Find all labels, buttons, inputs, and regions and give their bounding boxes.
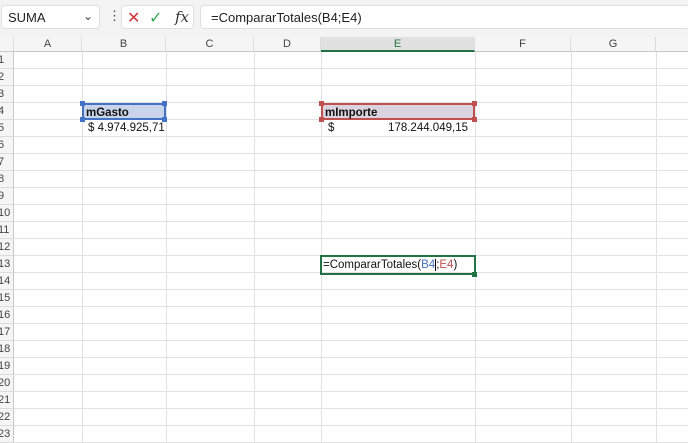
row-header-23[interactable]: 23 xyxy=(0,426,14,443)
cancel-icon[interactable]: ✕ xyxy=(127,8,140,28)
column-header-c[interactable]: C xyxy=(166,37,254,52)
name-box-value: SUMA xyxy=(8,10,46,25)
row-header-3[interactable]: 3 xyxy=(0,86,14,103)
formula-ref-e4: E4 xyxy=(439,259,454,271)
cell-b5[interactable]: $ 4.974.925,71 xyxy=(88,120,166,137)
row-header-5[interactable]: 5 xyxy=(0,120,14,137)
row-header-10[interactable]: 10 xyxy=(0,205,14,222)
row-header-21[interactable]: 21 xyxy=(0,392,14,409)
row-header-11[interactable]: 11 xyxy=(0,222,14,239)
formula-text: =CompararTotales( xyxy=(323,259,422,271)
column-header-e[interactable]: E xyxy=(321,37,475,52)
enter-icon[interactable]: ✓ xyxy=(149,8,162,28)
row-header-20[interactable]: 20 xyxy=(0,375,14,392)
insert-function-icon[interactable]: fx xyxy=(175,8,189,26)
row-header-15[interactable]: 15 xyxy=(0,290,14,307)
column-header-b[interactable]: B xyxy=(82,37,166,52)
formula-bar: SUMA ⌄ ⋮ ✕ ✓ fx =CompararTotales(B4;E4) xyxy=(0,0,688,37)
row-header-22[interactable]: 22 xyxy=(0,409,14,426)
fill-handle[interactable] xyxy=(472,272,477,277)
column-header-g[interactable]: G xyxy=(571,37,656,52)
column-header-h[interactable] xyxy=(656,37,688,52)
row-header-6[interactable]: 6 xyxy=(0,137,14,154)
row-header-2[interactable]: 2 xyxy=(0,69,14,86)
cell-b4[interactable]: mGasto xyxy=(82,103,166,120)
row-header-14[interactable]: 14 xyxy=(0,273,14,290)
row-header-8[interactable]: 8 xyxy=(0,171,14,188)
formula-ref-b4: B4 xyxy=(421,259,437,271)
row-header-7[interactable]: 7 xyxy=(0,154,14,171)
row-header-17[interactable]: 17 xyxy=(0,324,14,341)
select-all-corner[interactable] xyxy=(0,37,14,52)
cell-e5-currency: $ xyxy=(328,122,335,134)
cell-e4[interactable]: mImporte xyxy=(321,103,475,120)
row-header-1[interactable]: 1 xyxy=(0,52,14,69)
column-header-f[interactable]: F xyxy=(475,37,571,52)
spreadsheet-grid[interactable]: A B C D E F G 12345678910111213141516171… xyxy=(0,37,688,443)
formula-input[interactable]: =CompararTotales(B4;E4) xyxy=(200,5,688,29)
formula-close: ) xyxy=(453,259,458,271)
row-header-13[interactable]: 13 xyxy=(0,256,14,273)
cell-e13-editing[interactable]: =CompararTotales(B4;E4) xyxy=(320,255,476,275)
cell-e5[interactable]: 178.244.049,15 xyxy=(380,120,468,137)
row-header-18[interactable]: 18 xyxy=(0,341,14,358)
row-header-9[interactable]: 9 xyxy=(0,188,14,205)
row-header-4[interactable]: 4 xyxy=(0,103,14,120)
column-header-d[interactable]: D xyxy=(254,37,321,52)
row-header-16[interactable]: 16 xyxy=(0,307,14,324)
name-box[interactable]: SUMA ⌄ xyxy=(1,5,100,29)
more-options-icon[interactable]: ⋮ xyxy=(108,8,121,24)
column-header-a[interactable]: A xyxy=(14,37,82,52)
formula-buttons: ✕ ✓ fx xyxy=(121,5,194,29)
chevron-down-icon[interactable]: ⌄ xyxy=(83,9,93,23)
row-header-19[interactable]: 19 xyxy=(0,358,14,375)
row-header-12[interactable]: 12 xyxy=(0,239,14,256)
